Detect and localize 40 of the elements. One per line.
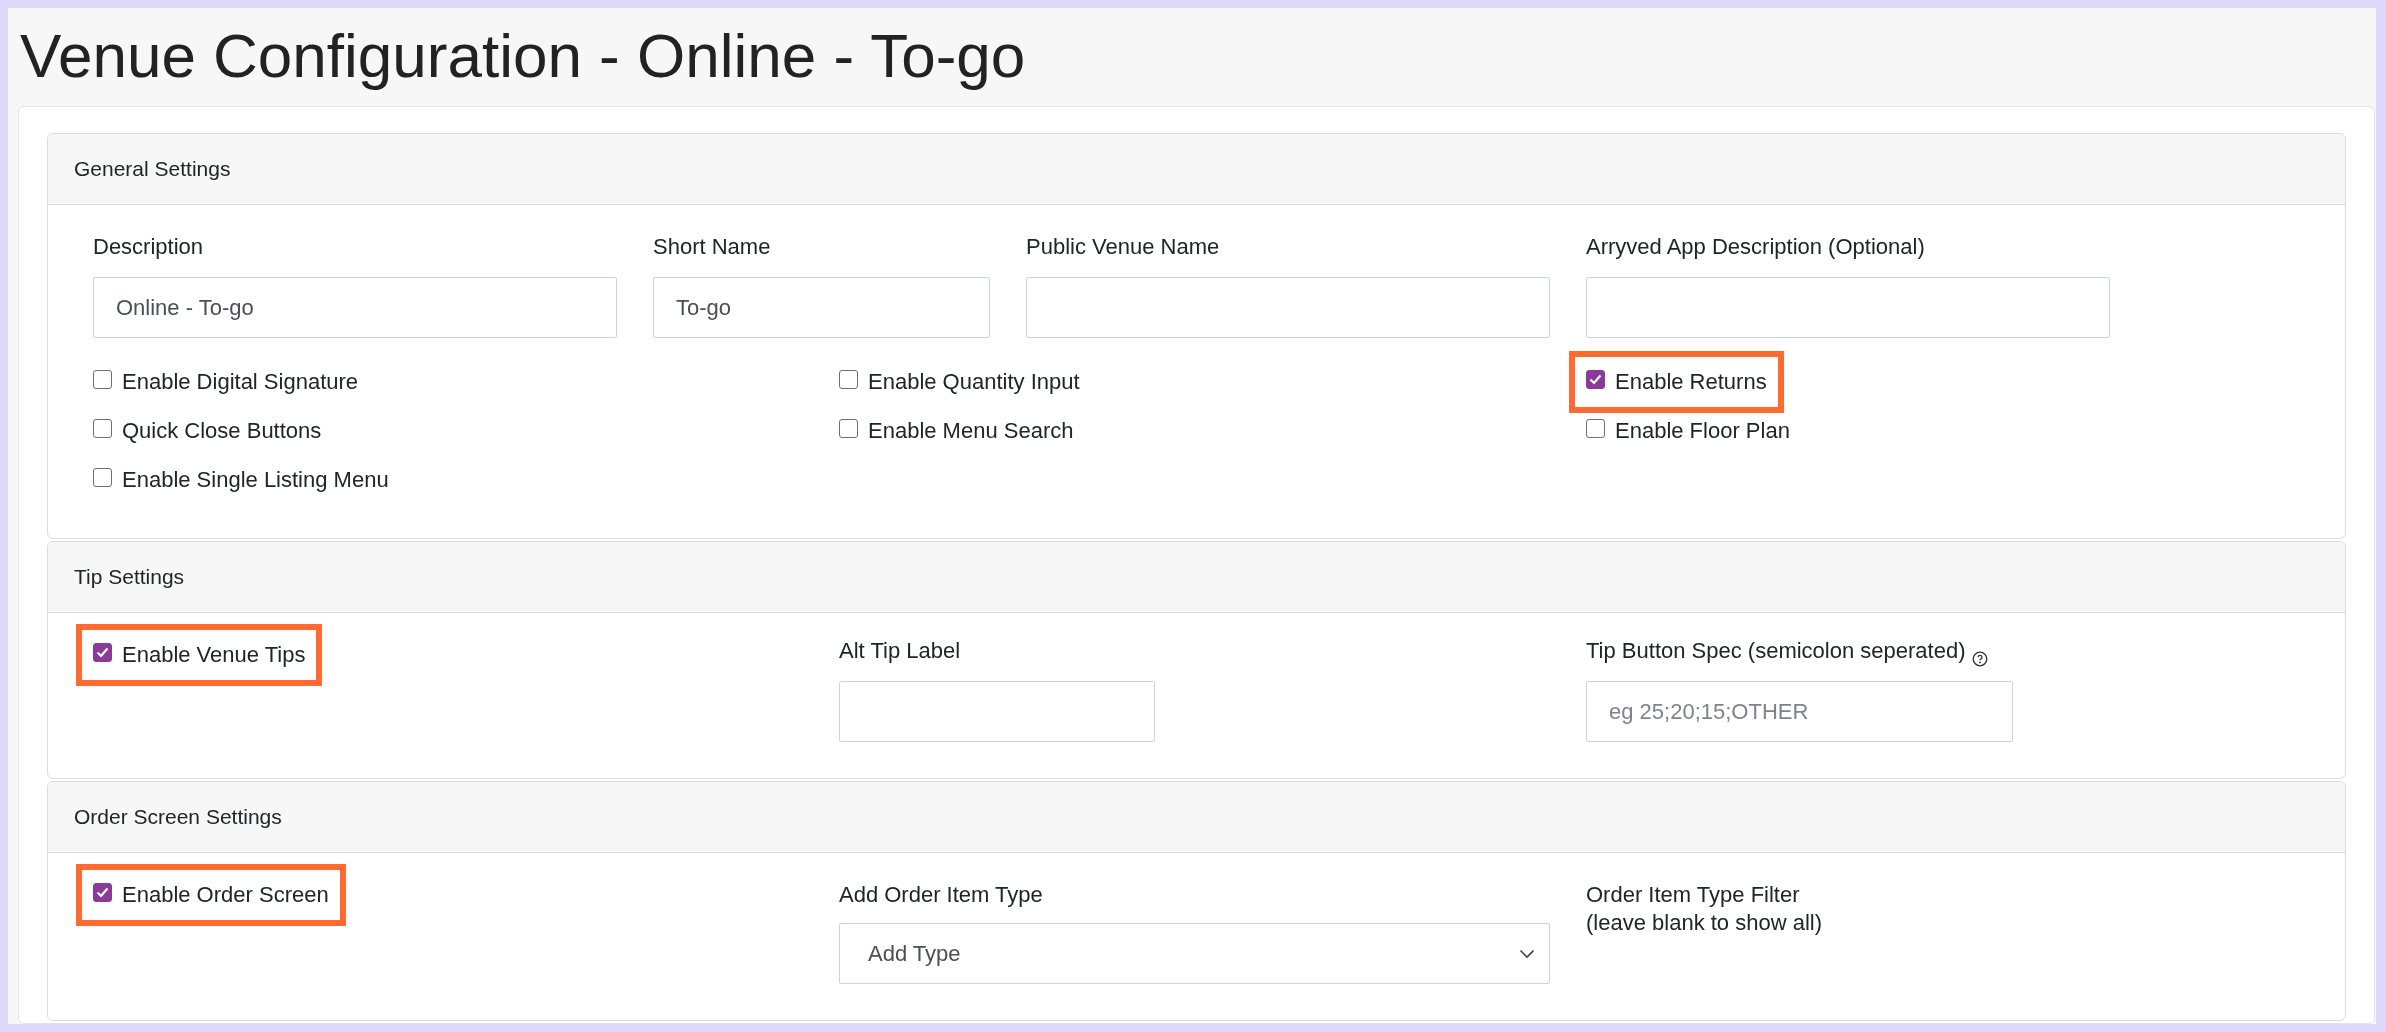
checkbox-label[interactable]: Enable Digital Signature xyxy=(122,368,359,396)
text-field[interactable] xyxy=(839,681,1155,742)
panel-header: Tip Settings xyxy=(48,542,2345,613)
checkbox-label[interactable]: Enable Single Listing Menu xyxy=(122,466,389,494)
field-label: Order Item Type Filter xyxy=(1586,881,1801,909)
checkbox[interactable] xyxy=(839,369,858,389)
page-title: Venue Configuration - Online - To-go xyxy=(19,20,1027,92)
checkbox-label[interactable]: Enable Venue Tips xyxy=(122,641,306,669)
select-field[interactable]: Add Type xyxy=(839,923,1550,984)
field-label: Tip Button Spec (semicolon seperated) xyxy=(1586,637,1966,665)
text-field[interactable]: Online - To-go xyxy=(93,277,617,338)
checkbox[interactable] xyxy=(93,642,112,662)
panel-header: Order Screen Settings xyxy=(48,782,2345,853)
checkbox[interactable] xyxy=(1586,418,1605,438)
panel-header: General Settings xyxy=(48,134,2345,205)
checkbox[interactable] xyxy=(839,418,858,438)
checkbox[interactable] xyxy=(93,369,112,389)
checkbox[interactable] xyxy=(93,418,112,438)
hint-text: (leave blank to show all) xyxy=(1586,909,1823,937)
text-field[interactable]: To-go xyxy=(653,277,990,338)
checkbox[interactable] xyxy=(93,882,112,902)
field-label: Add Order Item Type xyxy=(839,881,1044,909)
help-icon[interactable] xyxy=(1971,651,1988,667)
field-label: Alt Tip Label xyxy=(839,637,961,665)
checkbox-label[interactable]: Enable Order Screen xyxy=(122,881,329,909)
text-field[interactable]: eg 25;20;15;OTHER xyxy=(1586,681,2013,742)
field-label: Description xyxy=(93,233,205,261)
checkbox[interactable] xyxy=(93,467,112,487)
checkbox-label[interactable]: Quick Close Buttons xyxy=(122,417,322,445)
checkbox-label[interactable]: Enable Menu Search xyxy=(868,417,1074,445)
chevron-icon xyxy=(1519,948,1535,959)
checkbox-label[interactable]: Enable Quantity Input xyxy=(868,368,1080,396)
field-label: Short Name xyxy=(653,233,772,261)
text-field[interactable] xyxy=(1586,277,2110,338)
field-label: Public Venue Name xyxy=(1026,233,1221,261)
checkbox-label[interactable]: Enable Floor Plan xyxy=(1615,417,1790,445)
text-field[interactable] xyxy=(1026,277,1550,338)
checkbox-label[interactable]: Enable Returns xyxy=(1615,368,1767,396)
checkbox[interactable] xyxy=(1586,369,1605,389)
field-label: Arryved App Description (Optional) xyxy=(1586,233,1926,261)
